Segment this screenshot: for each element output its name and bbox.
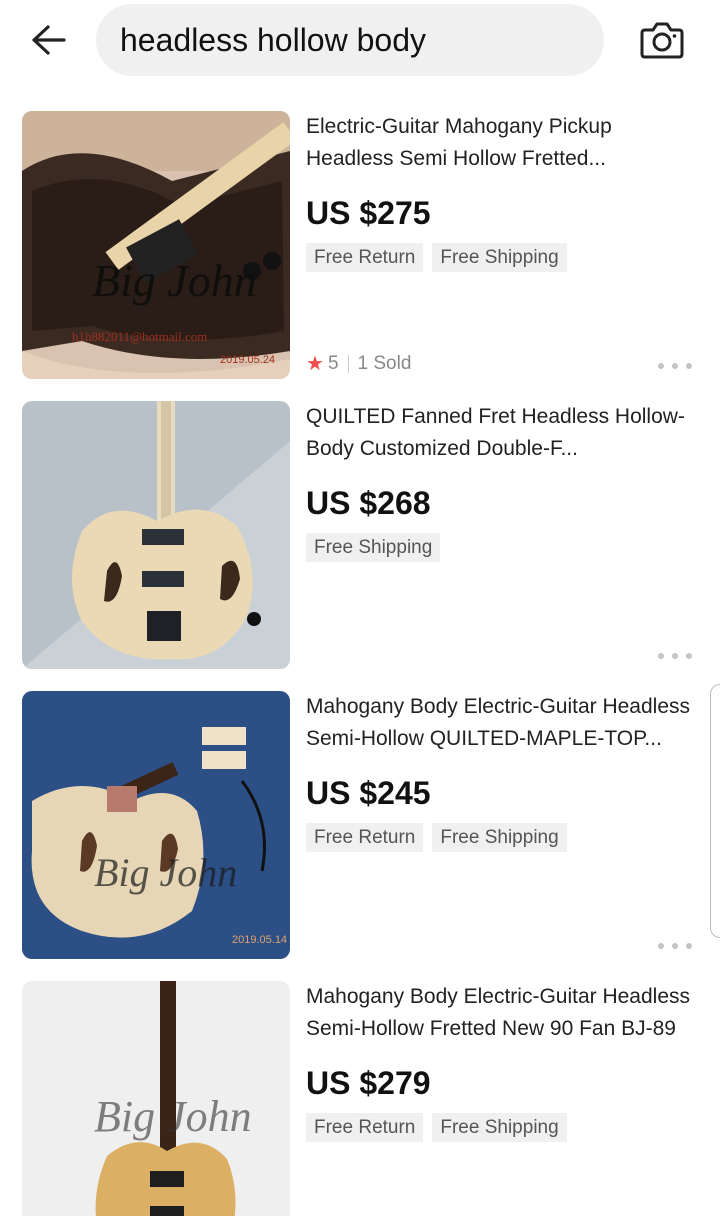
image-watermark: Big John	[92, 255, 257, 306]
tag-free-shipping: Free Shipping	[432, 243, 567, 272]
tag-free-return: Free Return	[306, 823, 424, 852]
sold-count: 1 Sold	[357, 352, 412, 374]
product-price: US $279	[306, 1065, 431, 1101]
image-watermark-date: 2019.05.14	[232, 934, 287, 946]
product-info: Mahogany Body Electric-Guitar Headless S…	[306, 981, 698, 1216]
product-tags: Free Return Free Shipping	[306, 1113, 698, 1142]
top-bar	[0, 0, 720, 90]
product-image[interactable]: Big John 2019.05.14	[22, 691, 290, 959]
tag-free-return: Free Return	[306, 243, 424, 272]
product-image[interactable]	[22, 401, 290, 669]
more-dots-icon[interactable]	[658, 651, 692, 661]
product-meta: ★ 5 1 Sold	[306, 351, 411, 376]
image-watermark: Big John	[94, 1092, 252, 1141]
product-tags: Free Return Free Shipping	[306, 823, 698, 852]
search-input[interactable]	[120, 21, 580, 59]
product-card[interactable]: Big John Mahogany Body Electric-Guitar H…	[0, 981, 720, 1216]
tag-free-shipping: Free Shipping	[432, 1113, 567, 1142]
image-watermark-email: h1h882011@hotmail.com	[72, 329, 207, 344]
product-image[interactable]: Big John	[22, 981, 290, 1216]
more-dots-icon[interactable]	[658, 941, 692, 951]
product-title[interactable]: Electric-Guitar Mahogany Pickup Headless…	[306, 111, 698, 175]
product-info: Mahogany Body Electric-Guitar Headless S…	[306, 691, 698, 959]
side-scroll-handle[interactable]	[710, 684, 720, 938]
product-tags: Free Shipping	[306, 533, 698, 562]
rating-value: 5	[327, 352, 339, 374]
tag-free-shipping: Free Shipping	[432, 823, 567, 852]
meta-divider	[347, 354, 349, 373]
product-info: QUILTED Fanned Fret Headless Hollow-Body…	[306, 401, 698, 669]
product-price: US $268	[306, 485, 431, 521]
image-watermark: Big John	[94, 850, 237, 895]
product-card[interactable]: Big John 2019.05.14 Mahogany Body Electr…	[0, 691, 720, 959]
product-title[interactable]: QUILTED Fanned Fret Headless Hollow-Body…	[306, 401, 698, 465]
star-icon: ★	[306, 353, 324, 375]
more-dots-icon[interactable]	[658, 361, 692, 371]
product-info: Electric-Guitar Mahogany Pickup Headless…	[306, 111, 698, 379]
product-tags: Free Return Free Shipping	[306, 243, 698, 272]
camera-icon	[640, 22, 684, 59]
product-price: US $275	[306, 195, 431, 231]
product-title[interactable]: Mahogany Body Electric-Guitar Headless S…	[306, 981, 698, 1045]
camera-search-button[interactable]	[636, 18, 688, 62]
search-bar[interactable]	[96, 4, 604, 76]
back-button[interactable]	[26, 20, 70, 60]
product-card[interactable]: Big John h1h882011@hotmail.com 2019.05.2…	[0, 111, 720, 379]
image-watermark-date: 2019.05.24	[220, 354, 275, 366]
tag-free-shipping: Free Shipping	[306, 533, 441, 562]
tag-free-return: Free Return	[306, 1113, 424, 1142]
arrow-left-icon	[32, 25, 66, 55]
product-card[interactable]: QUILTED Fanned Fret Headless Hollow-Body…	[0, 401, 720, 669]
product-image[interactable]: Big John h1h882011@hotmail.com 2019.05.2…	[22, 111, 290, 379]
product-title[interactable]: Mahogany Body Electric-Guitar Headless S…	[306, 691, 698, 755]
product-price: US $245	[306, 775, 431, 811]
